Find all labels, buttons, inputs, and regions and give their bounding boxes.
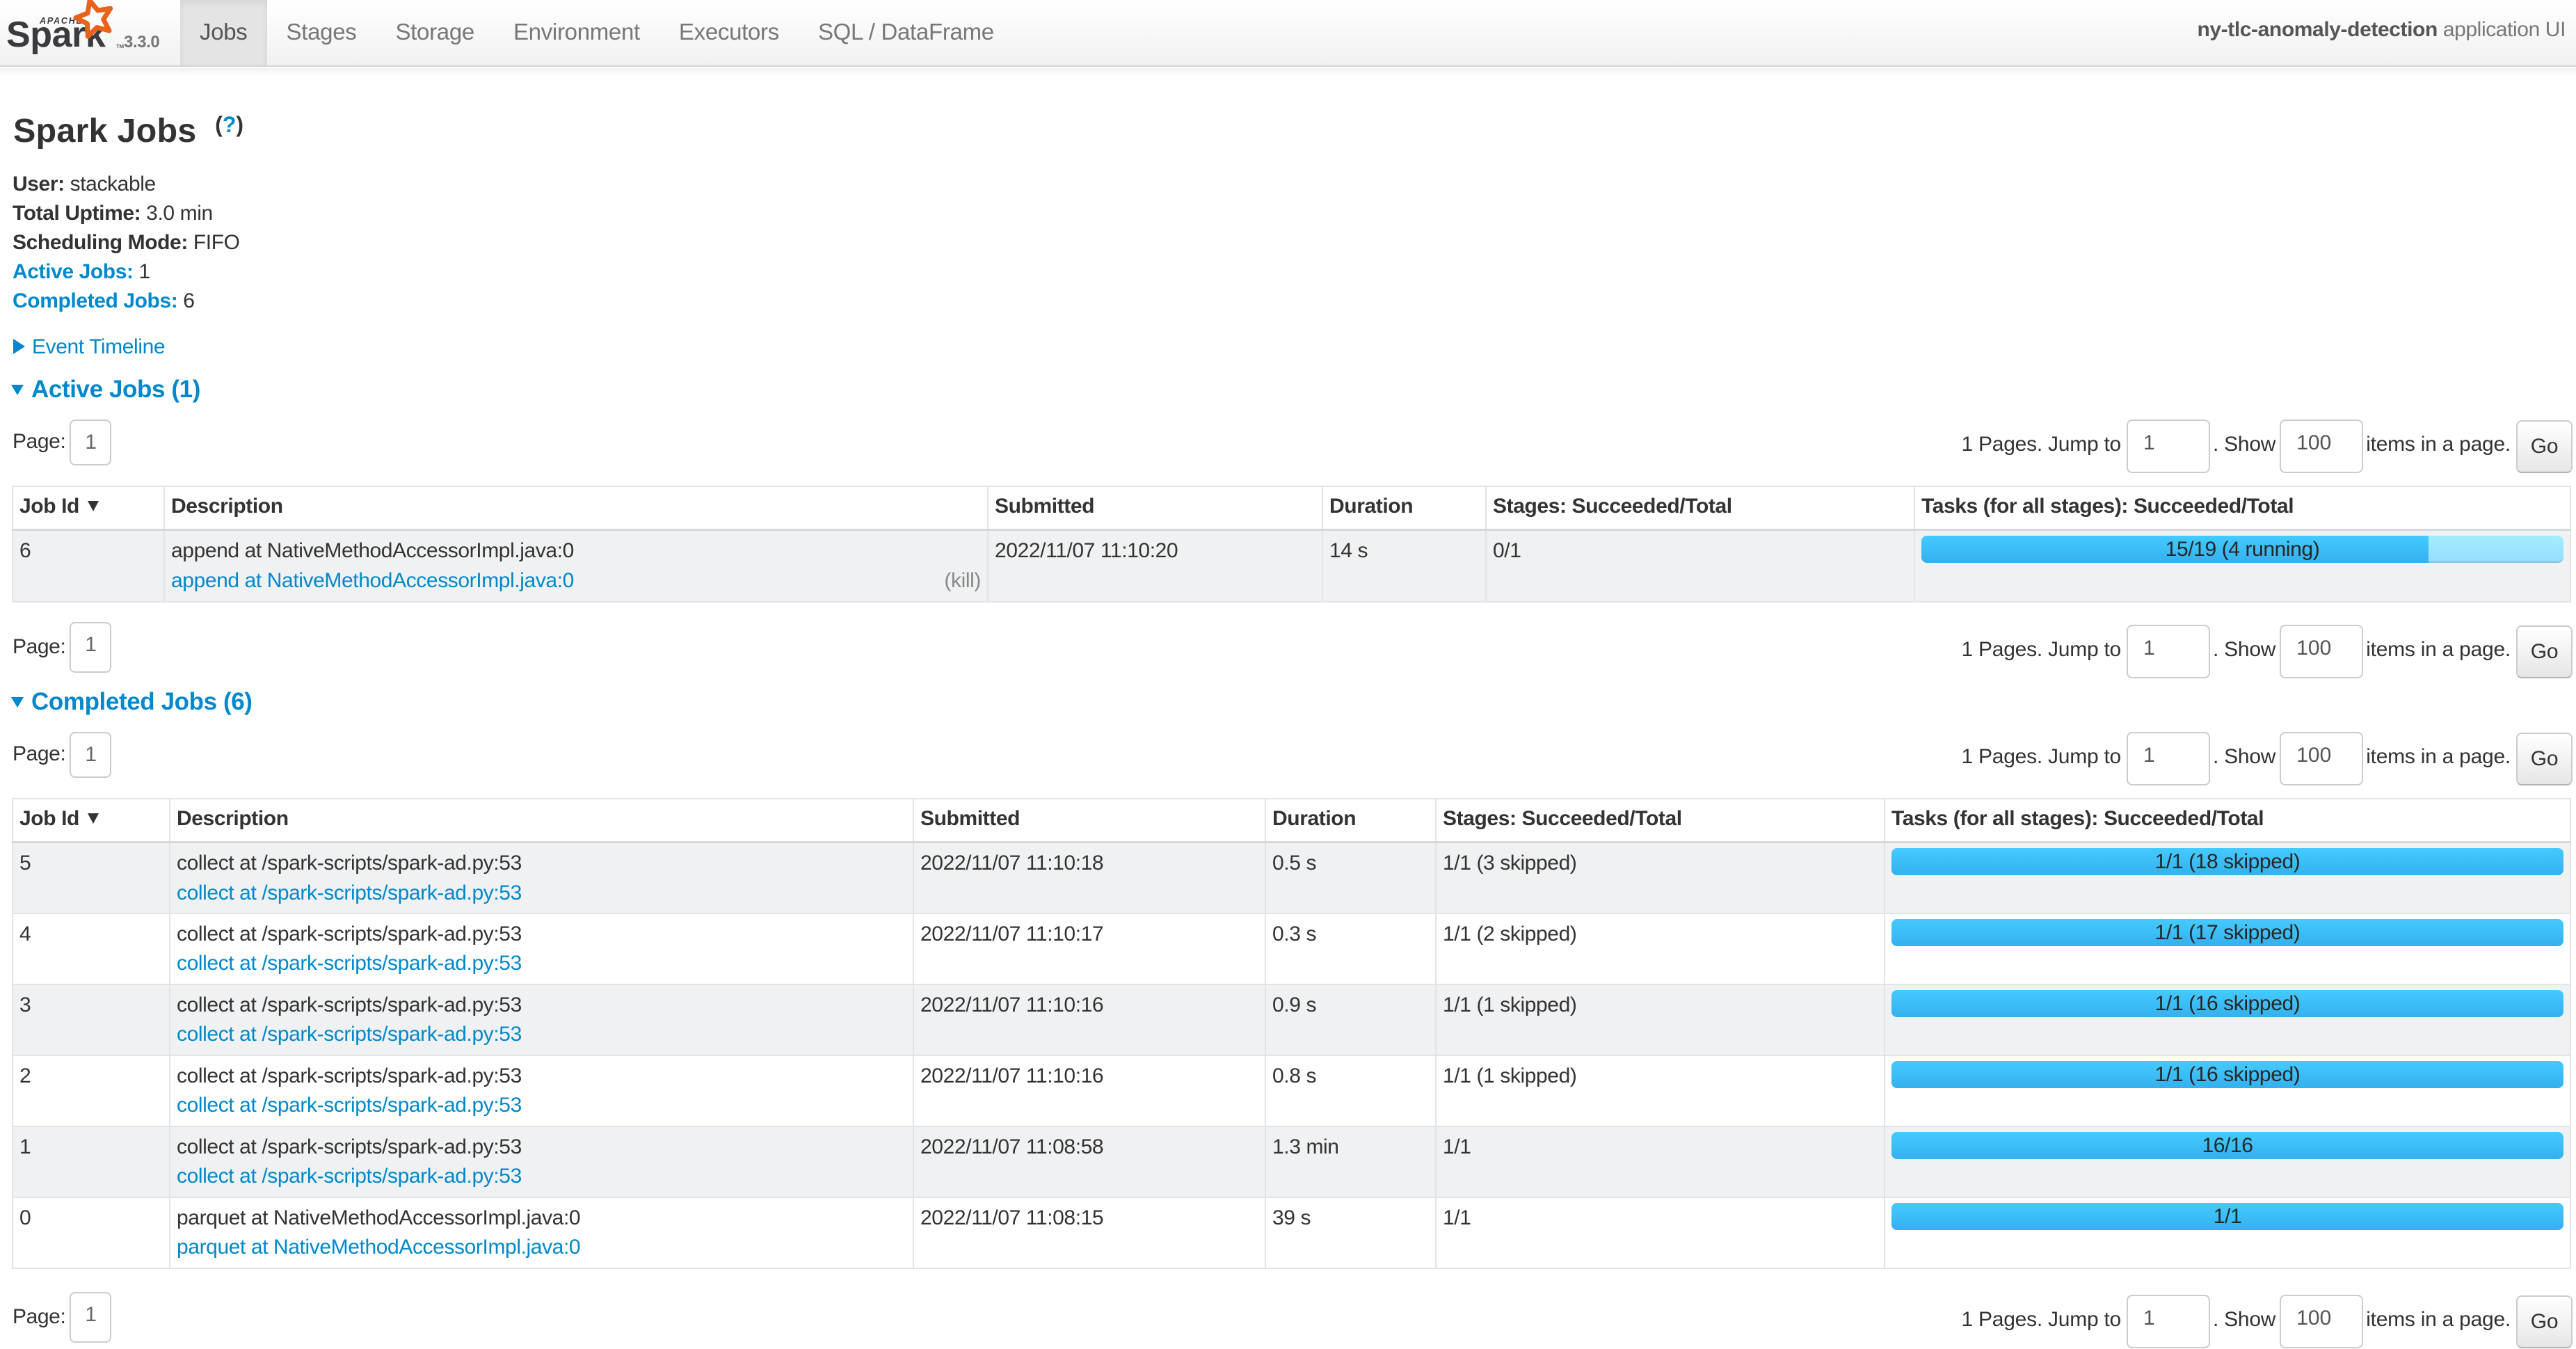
svg-text:™: ™ [115,42,125,53]
